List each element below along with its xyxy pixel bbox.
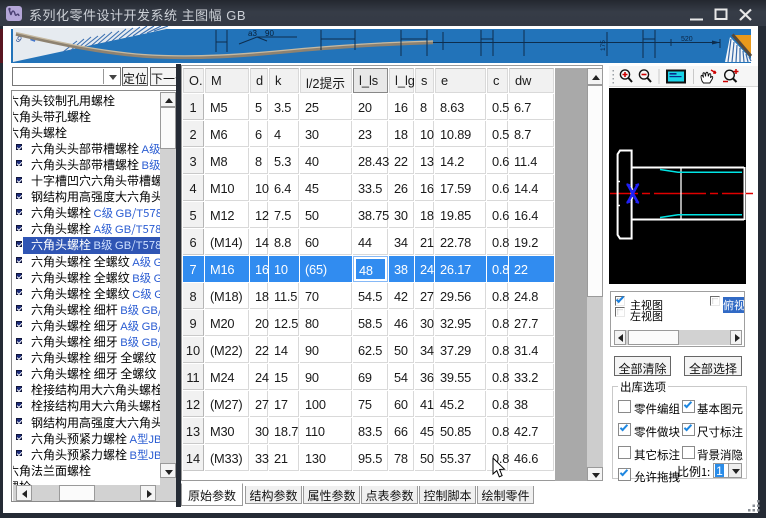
svg-text:90: 90 [265, 29, 274, 38]
svg-text:520: 520 [681, 36, 693, 43]
svg-text:a3: a3 [248, 29, 257, 38]
svg-text:175: 175 [600, 40, 607, 51]
